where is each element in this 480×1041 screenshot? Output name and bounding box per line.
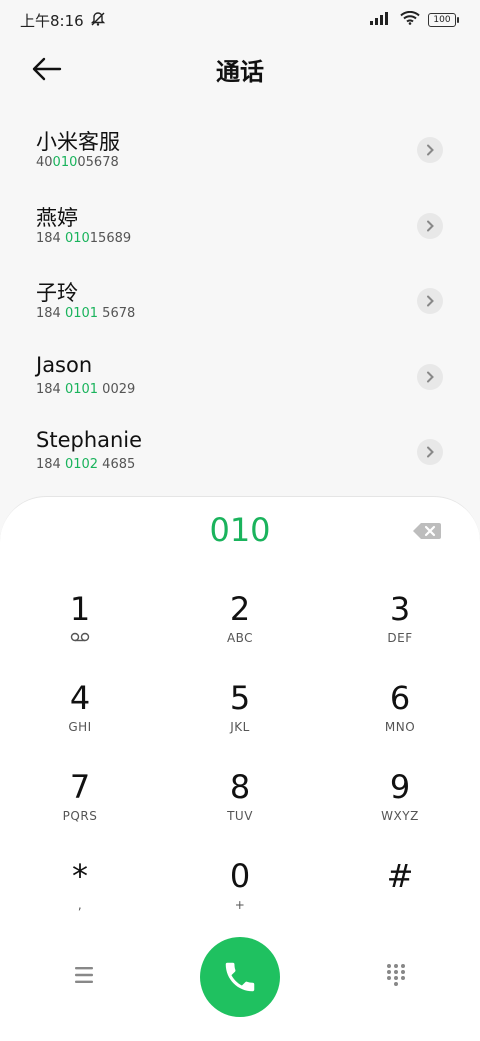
key-4[interactable]: 4 GHI [10,678,150,762]
key-0[interactable]: 0 + [170,856,310,940]
contact-row[interactable]: Stephanie 184 0102 4685 [0,420,480,496]
contact-name: Stephanie [36,428,143,452]
contact-detail-button[interactable] [417,137,443,163]
contact-name: 子玲 [36,281,78,305]
contact-name: 燕婷 [36,205,78,230]
key-5[interactable]: 5 JKL [170,678,310,762]
voicemail-icon [10,631,150,645]
signal-icon [370,10,392,29]
chevron-right-icon [427,295,434,307]
dialed-number: 010 [209,511,271,549]
bottom-bar [0,932,480,1032]
chevron-right-icon [427,371,434,382]
key-7[interactable]: 7 PQRS [10,767,150,851]
key-2[interactable]: 2 ABC [170,589,310,673]
contact-list: 小米客服 4001005678 燕婷 184 01015689 子玲 184 0… [0,118,480,496]
contact-row[interactable]: Jason 184 0101 0029 [0,345,480,421]
contact-number: 184 0101 5678 [36,306,136,321]
contact-number: 184 0101 0029 [36,381,136,397]
contact-detail-button[interactable] [417,288,443,314]
chevron-right-icon [427,446,434,458]
header: 通话 [0,40,480,100]
key-3[interactable]: 3 DEF [330,589,470,673]
key-1[interactable]: 1 [10,589,150,673]
dialpad-grid-icon [387,964,405,986]
hamburger-menu-icon [75,967,93,983]
key-6[interactable]: 6 MNO [330,678,470,762]
key-8[interactable]: 8 TUV [170,767,310,851]
contact-row[interactable]: 小米客服 4001005678 [0,118,480,194]
backspace-button[interactable] [412,521,442,541]
status-left: 上午8:16 [20,10,106,31]
contact-row[interactable]: 燕婷 184 01015689 [0,194,480,270]
keypad-toggle-button[interactable] [384,962,408,988]
menu-button[interactable] [66,962,102,988]
contact-name: Jason [36,352,93,377]
contact-number: 4001005678 [36,155,119,170]
phone-icon [225,962,255,992]
key-hash[interactable]: # [330,856,470,940]
call-button[interactable] [200,937,280,1017]
status-time: 上午8:16 [20,12,84,30]
wifi-icon [400,10,420,29]
contact-detail-button[interactable] [417,439,443,465]
page-title: 通话 [216,58,264,86]
key-star[interactable]: *, [10,856,150,940]
mute-bell-icon [90,11,106,31]
status-bar: 上午8:16 100 [0,0,480,40]
contact-row[interactable]: 子玲 184 0101 5678 [0,269,480,345]
status-right: 100 [370,10,459,29]
key-9[interactable]: 9 WXYZ [330,767,470,851]
contact-detail-button[interactable] [417,212,443,239]
contact-number: 184 01015689 [36,230,132,246]
contact-name: 小米客服 [36,130,120,154]
chevron-right-icon [427,220,434,231]
backspace-icon [413,523,441,539]
battery-icon: 100 [428,12,459,27]
contact-detail-button[interactable] [417,363,443,390]
contact-number: 184 0102 4685 [36,457,136,472]
chevron-right-icon [427,144,434,156]
